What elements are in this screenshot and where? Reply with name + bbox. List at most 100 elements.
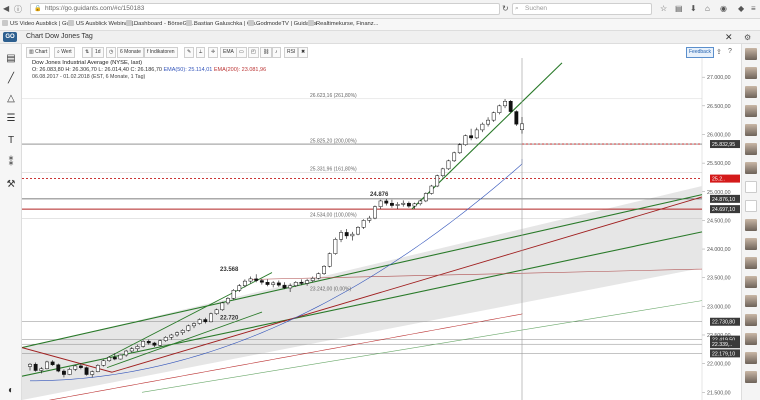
trash-button[interactable]: ✖ [298,47,309,58]
settings-icon[interactable]: ⚙ [744,33,751,42]
bookmark-item[interactable]: GodmodeTV | Guidants [248,20,317,29]
avatar[interactable] [745,276,757,288]
reader-icon[interactable]: ▤ [675,4,683,13]
feedback-button[interactable]: Feedback [686,47,714,58]
triangle-tool-icon[interactable]: △ [4,92,18,106]
candle-body [316,273,321,279]
timeframe-label: 1d [95,49,101,55]
text-tool-icon[interactable]: T [4,134,18,148]
candle-body [486,119,490,125]
avatar[interactable] [745,105,757,117]
timeframe-button[interactable]: 1d [92,47,104,58]
avatar[interactable] [745,371,757,383]
avatar[interactable] [745,143,757,155]
crosshair-button[interactable]: ✛ [208,47,219,58]
rsi-button[interactable]: RSI [284,47,299,58]
avatar[interactable] [745,295,757,307]
avatar[interactable] [745,257,757,269]
period-button[interactable]: 6 Monate [117,47,144,58]
share-icon[interactable]: ⇪ [716,48,722,56]
avatar[interactable] [745,162,757,174]
drawing-toolbar: ▤ ╱ △ ☰ T ⁑ ⚒ ◐ [0,44,22,400]
clock-button[interactable]: ◷ [106,47,117,58]
compare-button[interactable]: ⇅ [82,47,93,58]
avatar[interactable] [745,124,757,136]
home-icon[interactable]: ⌂ [705,4,710,13]
candle-body [220,302,225,311]
url-input[interactable]: 🔒 https://go.guidants.com/#c/150183 [30,3,500,15]
candle-body [28,363,32,367]
search-value-button[interactable]: ⌕ Wert [54,47,75,58]
download-icon[interactable]: ⬇ [690,4,697,13]
candle-body [214,309,219,315]
axis-tick-label: 25.000,00 [707,190,731,196]
candle-body [73,365,78,370]
news-source-icon[interactable] [745,200,757,212]
price-chart[interactable]: 27.000,00 26.500,00 26.000,00 25.500,00 25.0… [22,58,741,400]
candle-body [361,220,366,228]
price-tag: 25.2.. [712,177,725,183]
avatar[interactable] [745,238,757,250]
axis-tick-label: 24.000,00 [707,247,731,253]
fib-tool-icon[interactable]: ☰ [4,112,18,126]
theme-toggle-icon[interactable]: ◐ [4,384,18,398]
avatar[interactable] [745,352,757,364]
menu-icon[interactable]: ≡ [751,4,756,13]
fib-label: 25.331,96 (161,80%) [310,167,357,173]
candle-body [33,363,38,371]
ruler-icon: ⟂ [199,49,203,55]
reload-icon[interactable]: ↻ [502,4,509,13]
avatar[interactable] [745,86,757,98]
link-button[interactable]: ⛓ [260,47,273,58]
help-icon[interactable]: ? [728,48,732,55]
candle-body [175,332,179,336]
rectangle-button[interactable]: ▭ [236,47,247,58]
avatar[interactable] [745,219,757,231]
alarm-button[interactable]: ♪ [272,47,281,58]
close-icon[interactable]: ✕ [725,32,733,43]
bookmark-icon [248,20,254,26]
candle-body [373,206,377,219]
chart-type-button[interactable]: ▥ Chart [26,47,51,58]
star-icon[interactable]: ☆ [660,4,667,13]
bookmark-icon [2,20,8,26]
sidebar-panel-icon[interactable]: ▤ [4,52,18,66]
pocket-icon[interactable]: ◆ [738,4,744,13]
swing-label: 24.876 [370,192,389,198]
axis-tick-label: 23.500,00 [707,276,731,282]
candle-body [146,341,151,344]
shapes-icon: ◰ [251,49,256,55]
date-range: 06.08.2017 - 01.02.2018 (EST, 6 Monate, … [32,74,146,80]
back-arrow-icon[interactable]: ◀ [3,4,9,13]
line-tool-icon[interactable]: ╱ [4,72,18,86]
search-input[interactable]: ⌕ Suchen [512,3,652,15]
candle-body [45,361,49,370]
avatar[interactable] [745,48,757,60]
avatar[interactable] [745,314,757,326]
avatar[interactable] [745,67,757,79]
candle-body [469,135,474,139]
bookmark-item[interactable]: US Video Ausblick | Gu... [2,20,75,29]
ruler-button[interactable]: ⟂ [196,47,206,58]
ema-button[interactable]: EMA [220,47,237,58]
extension-icon[interactable]: ◉ [720,4,727,13]
info-icon[interactable]: ⓘ [14,4,22,15]
candle-body [440,168,445,176]
draw-button[interactable]: ✎ [184,47,195,58]
chart-toolbar: ▥ Chart ⌕ Wert ⇅ 1d ◷ 6 Monate f Indikat… [22,46,741,58]
candle-body [152,342,157,346]
pattern-tool-icon[interactable]: ⁑ [4,156,18,170]
search-value-label: Wert [61,49,72,55]
tools-icon[interactable]: ⚒ [4,178,18,192]
candle-body [356,227,360,235]
shapes-button[interactable]: ◰ [248,47,259,58]
bookmark-item[interactable]: Realtimekurse, Finanz... [308,20,379,29]
candle-body [384,200,389,204]
indicators-button[interactable]: f Indikatoren [144,47,178,58]
candle-body [401,202,406,205]
avatar[interactable] [745,333,757,345]
url-text: https://go.guidants.com/#c/150183 [45,5,145,12]
bookmark-label: US Video Ausblick | Gu... [10,21,75,27]
candle-body [423,193,428,202]
news-source-icon[interactable] [745,181,757,193]
